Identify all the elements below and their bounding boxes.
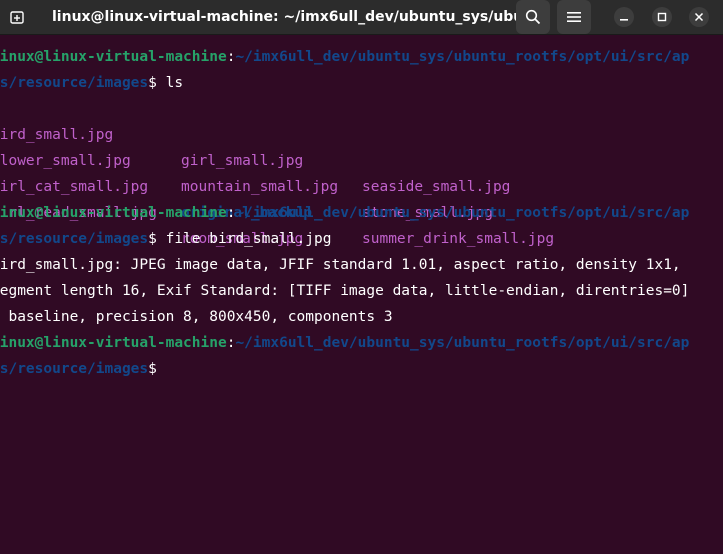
command-output: , baseline, precision 8, 800x450, compon… <box>0 309 393 325</box>
close-icon <box>694 12 704 22</box>
prompt-line: linux@linux-virtual-machine:~/imx6ull_de… <box>0 49 690 65</box>
ls-output-row: bird_small.jpg girl_small.jpg seaside_sm… <box>0 96 510 195</box>
prompt-line: ps/resource/images$ <box>0 356 166 382</box>
file-name: seaside_small.jpg <box>362 179 511 195</box>
file-name: girl_small.jpg <box>181 153 304 169</box>
search-icon <box>525 9 541 25</box>
prompt-line: linux@linux-virtual-machine:~/imx6ull_de… <box>0 205 690 221</box>
hamburger-menu-icon <box>567 12 581 22</box>
title-bar: linux@linux-virtual-machine: ~/imx6ull_d… <box>0 0 723 35</box>
file-name: mountain_small.jpg <box>181 179 339 195</box>
ls-output-row: girl_cat_small.jpg original_backup summe… <box>0 148 554 247</box>
text-cursor <box>157 361 166 378</box>
menu-button[interactable] <box>557 0 591 34</box>
new-tab-button[interactable] <box>0 0 34 34</box>
file-name: summer_drink_small.jpg <box>362 231 555 247</box>
maximize-button[interactable] <box>652 7 672 27</box>
prompt-line: ps/resource/images$ ls <box>0 75 184 91</box>
ls-output-row: girl_read_small.jpg room_small.jpg <box>0 174 303 247</box>
command-output: segment length 16, Exif Standard: [TIFF … <box>0 283 690 299</box>
terminal-area[interactable]: linux@linux-virtual-machine:~/imx6ull_de… <box>0 35 723 554</box>
ls-output-row: flower_small.jpg mountain_small.jpg ston… <box>0 122 493 221</box>
command-output: bird_small.jpg: JPEG image data, JFIF st… <box>0 257 681 273</box>
close-button[interactable] <box>689 7 709 27</box>
minimize-icon <box>620 19 628 21</box>
prompt-line: ps/resource/images$ file bird_small.jpg <box>0 231 332 247</box>
search-button[interactable] <box>516 0 550 34</box>
minimize-button[interactable] <box>614 7 634 27</box>
window-title: linux@linux-virtual-machine: ~/imx6ull_d… <box>52 9 540 25</box>
maximize-icon <box>657 12 667 22</box>
new-tab-icon <box>10 11 24 24</box>
prompt-line: linux@linux-virtual-machine:~/imx6ull_de… <box>0 335 690 351</box>
